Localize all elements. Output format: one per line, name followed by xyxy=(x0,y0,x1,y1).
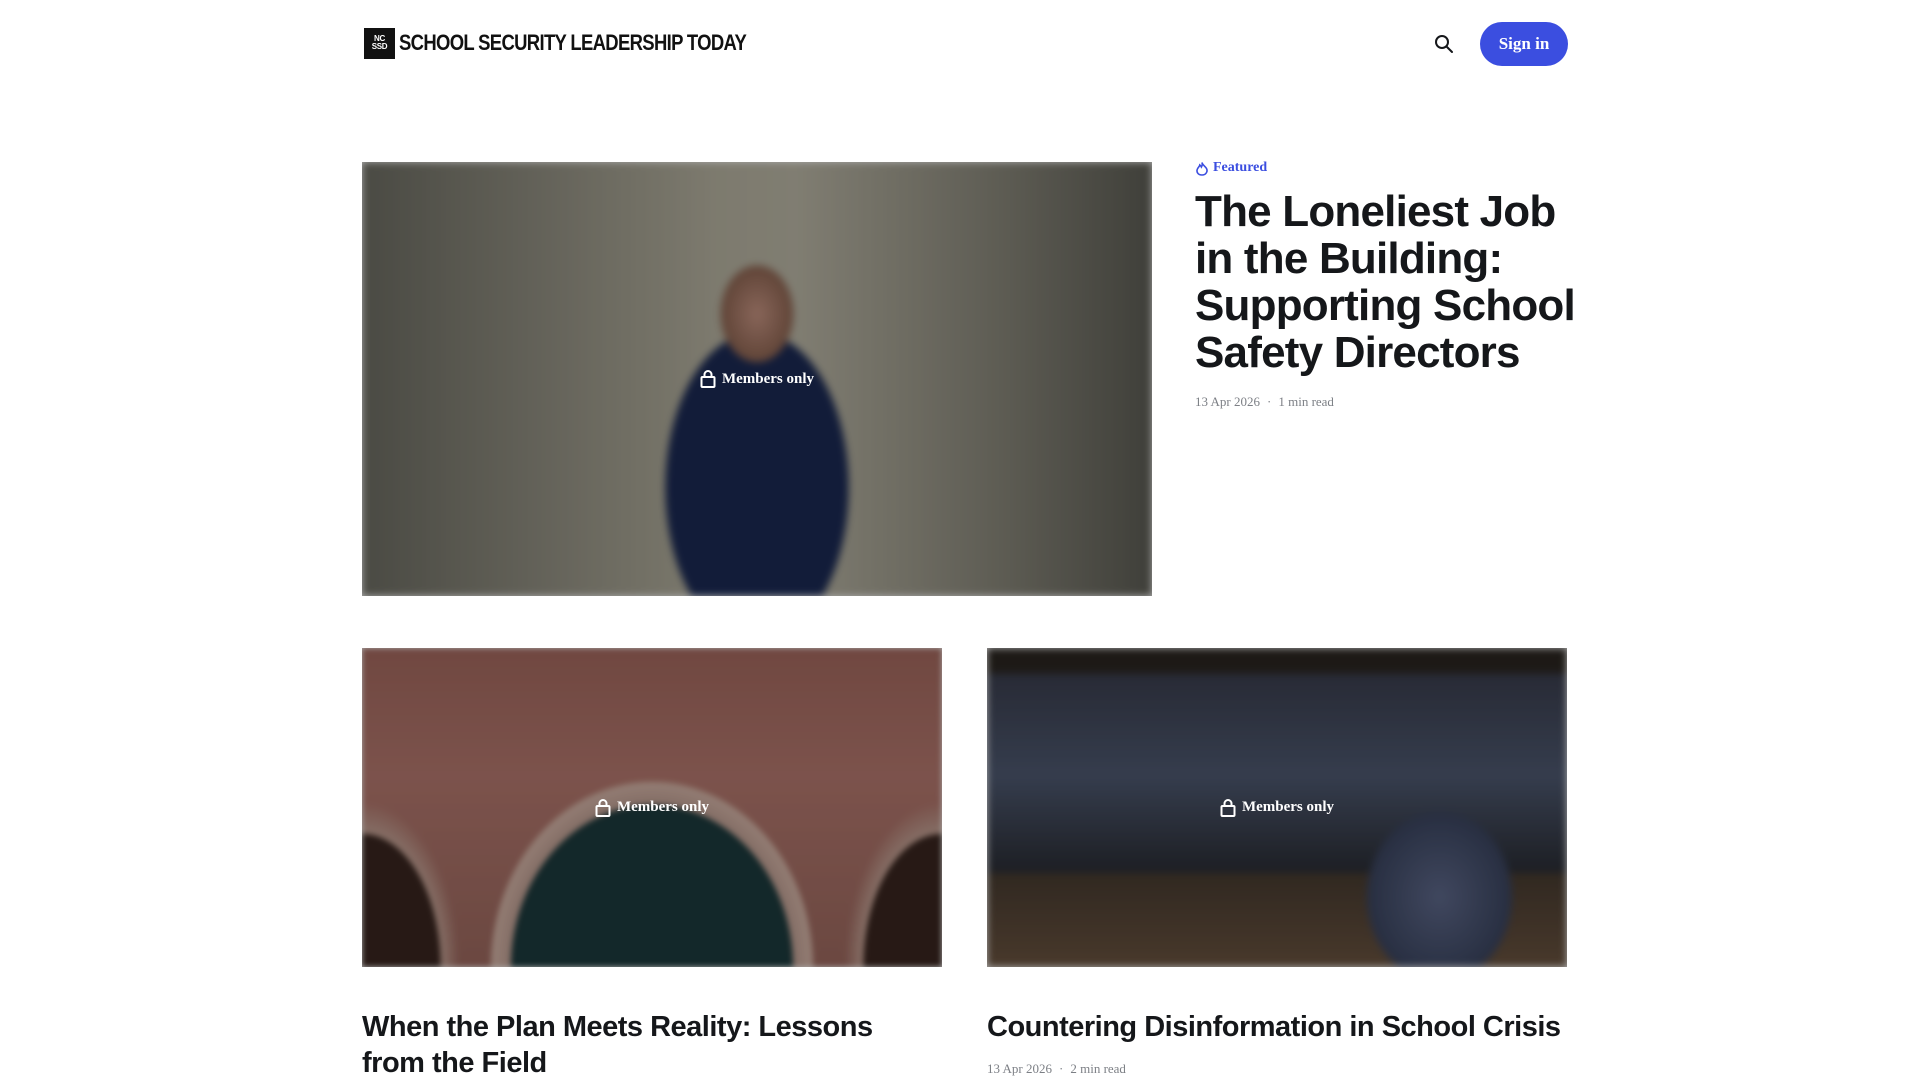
post-card-image[interactable]: Members only xyxy=(987,648,1567,967)
featured-post-image[interactable]: Members only xyxy=(362,162,1152,596)
lock-icon xyxy=(700,370,716,388)
post-card-meta: 13 Apr 2026 · 2 min read xyxy=(987,1061,1567,1077)
members-only-badge: Members only xyxy=(987,648,1567,967)
members-only-label: Members only xyxy=(721,370,815,387)
logo-mark: NC SSD xyxy=(364,27,395,59)
lock-icon xyxy=(595,798,611,817)
read-time: 1 min read xyxy=(1278,394,1334,409)
site-title: SCHOOL SECURITY LEADERSHIP TODAY xyxy=(399,30,747,55)
meta-separator: · xyxy=(1059,1061,1064,1076)
featured-post-title[interactable]: The Loneliest Job in the Building: Suppo… xyxy=(1195,188,1576,376)
members-only-badge: Members only xyxy=(362,162,1152,596)
read-time: 2 min read xyxy=(1070,1061,1126,1076)
site-logo[interactable]: NC SSD SCHOOL SECURITY LEADERSHIP TODAY xyxy=(364,27,812,59)
post-card-title[interactable]: When the Plan Meets Reality: Lessons fro… xyxy=(362,1009,942,1080)
members-only-badge: Members only xyxy=(362,648,942,967)
meta-separator: · xyxy=(1267,394,1272,409)
featured-post-info: Featured The Loneliest Job in the Buildi… xyxy=(1195,158,1576,410)
lock-icon xyxy=(1220,798,1236,817)
post-card[interactable]: Members only When the Plan Meets Reality… xyxy=(362,648,942,1080)
flame-icon xyxy=(1196,161,1208,176)
featured-post-meta: 13 Apr 2026 · 1 min read xyxy=(1195,394,1575,410)
search-button[interactable] xyxy=(1432,32,1456,56)
post-card[interactable]: Members only Countering Disinformation i… xyxy=(987,648,1567,1077)
post-card-title[interactable]: Countering Disinformation in School Cris… xyxy=(987,1009,1567,1045)
featured-label-text: Featured xyxy=(1213,160,1268,175)
search-icon xyxy=(1435,35,1453,53)
members-only-label: Members only xyxy=(1241,799,1335,815)
post-date: 13 Apr 2026 xyxy=(1195,394,1260,409)
members-only-label: Members only xyxy=(616,799,710,815)
logo-mark-bottom: SSD xyxy=(371,42,388,51)
sign-in-button[interactable]: Sign in xyxy=(1480,22,1568,66)
post-card-image[interactable]: Members only xyxy=(362,648,942,967)
site-header: NC SSD SCHOOL SECURITY LEADERSHIP TODAY … xyxy=(0,0,1920,88)
featured-label: Featured xyxy=(1195,158,1575,178)
post-date: 13 Apr 2026 xyxy=(987,1061,1052,1076)
